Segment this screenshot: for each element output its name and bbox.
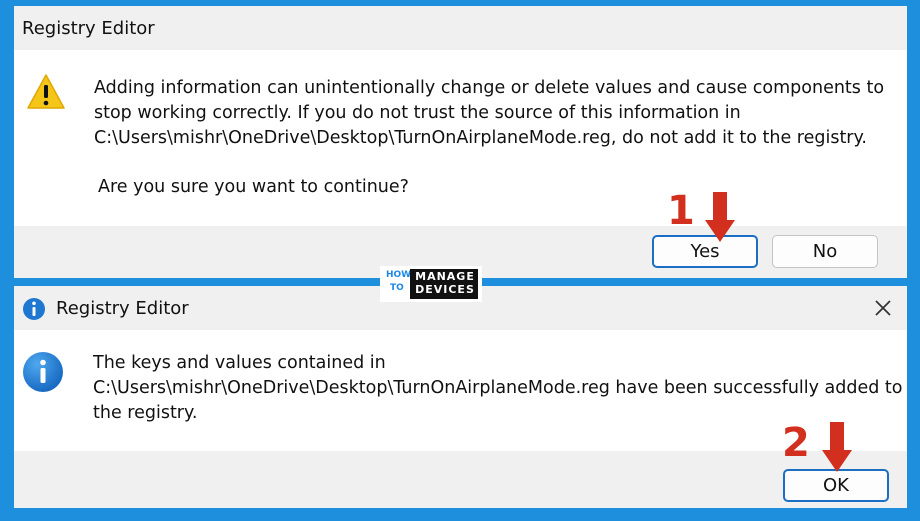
logo-manage-text: MANAGE bbox=[415, 270, 475, 283]
dialog-title: Registry Editor bbox=[56, 298, 189, 319]
dialog-content: Adding information can unintentionally c… bbox=[14, 50, 907, 226]
logo-devices-text: DEVICES bbox=[415, 283, 475, 296]
confirm-question: Are you sure you want to continue? bbox=[98, 177, 409, 197]
close-icon[interactable] bbox=[865, 290, 901, 326]
message-line: The keys and values contained in bbox=[93, 353, 386, 373]
red-arrow-down-icon bbox=[822, 422, 852, 472]
warning-icon bbox=[27, 74, 65, 109]
title-bar: Registry Editor bbox=[14, 6, 907, 50]
logo-to-text: TO bbox=[390, 283, 404, 293]
red-arrow-down-icon bbox=[705, 192, 735, 242]
warning-message: Adding information can unintentionally c… bbox=[94, 76, 884, 151]
message-line: C:\Users\mishr\OneDrive\Desktop\TurnOnAi… bbox=[93, 378, 903, 398]
no-button[interactable]: No bbox=[772, 235, 878, 268]
registry-success-dialog: Registry Editor The keys and values cont… bbox=[14, 286, 907, 508]
info-icon bbox=[23, 298, 45, 320]
dialog-title: Registry Editor bbox=[22, 18, 155, 39]
success-message: The keys and values contained in C:\User… bbox=[93, 351, 903, 426]
step-1-label: 1 bbox=[667, 188, 695, 234]
logo-how-text: HOW bbox=[386, 270, 412, 280]
message-line: C:\Users\mishr\OneDrive\Desktop\TurnOnAi… bbox=[94, 128, 867, 148]
how-to-manage-devices-logo: HOW TO MANAGE DEVICES bbox=[380, 266, 482, 302]
info-icon bbox=[23, 352, 63, 392]
message-line: stop working correctly. If you do not tr… bbox=[94, 103, 741, 123]
step-2-label: 2 bbox=[782, 420, 810, 466]
dialog-content: The keys and values contained in C:\User… bbox=[14, 330, 907, 451]
message-line: Adding information can unintentionally c… bbox=[94, 78, 885, 98]
